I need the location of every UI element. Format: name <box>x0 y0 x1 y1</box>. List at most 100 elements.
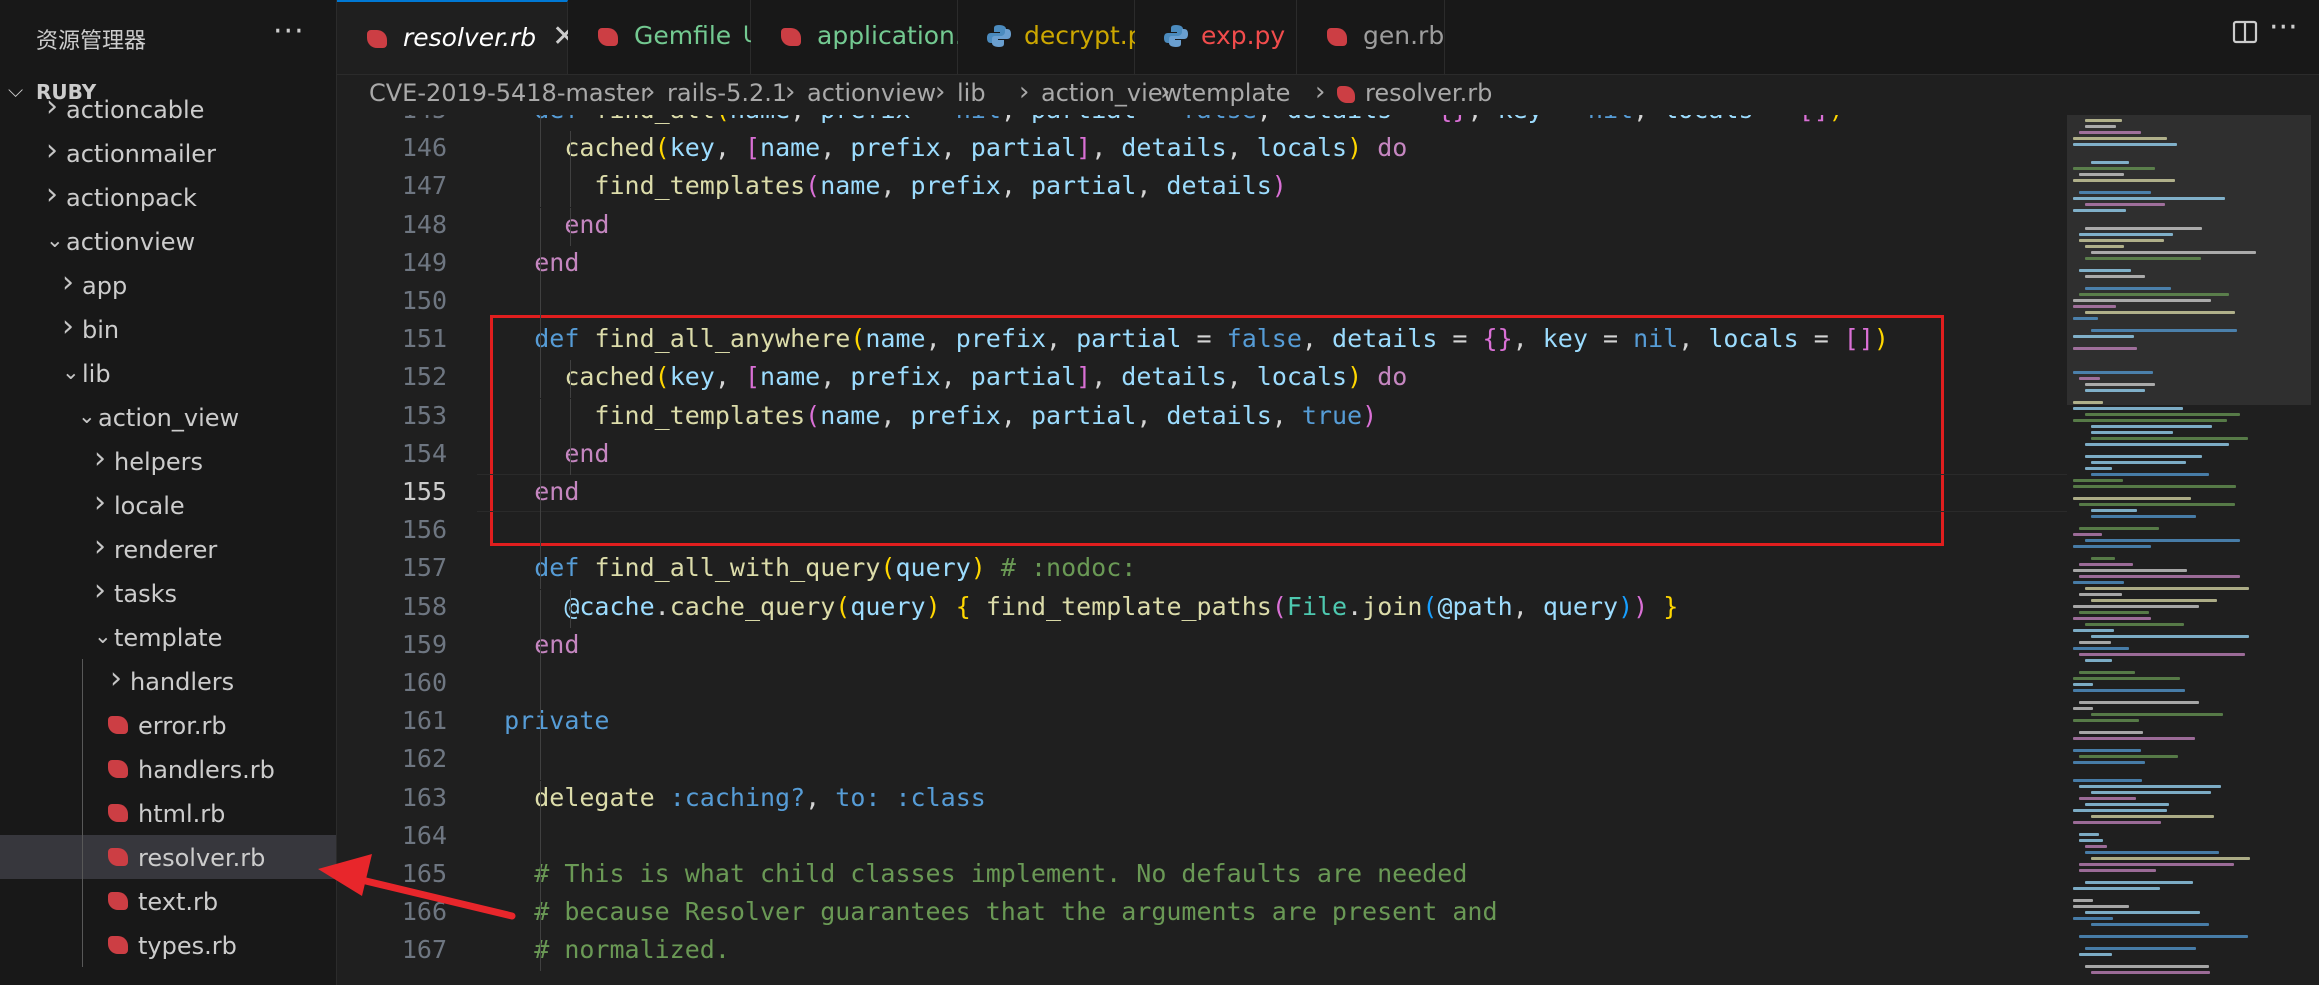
indent-guide <box>540 818 541 857</box>
folder-item[interactable]: › tasks <box>0 571 336 615</box>
code-token: partial <box>970 362 1077 392</box>
minimap-line <box>2073 683 2093 686</box>
file-item[interactable]: resolver.rb <box>0 835 336 879</box>
code-token: locals <box>1708 324 1799 354</box>
tab-label: Gemfile <box>634 21 732 50</box>
tree-item-label: actionpack <box>66 184 197 212</box>
code-token: details <box>1166 171 1272 201</box>
tab-exp-py[interactable]: exp.py3 <box>1135 0 1311 74</box>
minimap-line <box>2073 299 2211 302</box>
folder-item[interactable]: › actioncable <box>0 92 336 131</box>
code-token: partial <box>970 133 1077 163</box>
minimap-line <box>2091 473 2209 476</box>
tree-item-label: bin <box>82 316 120 344</box>
minimap-line <box>2085 257 2201 260</box>
minimap-line <box>2091 161 2129 164</box>
folder-item[interactable]: › actionpack <box>0 175 336 219</box>
tab-gemfile[interactable]: GemfileU <box>568 0 759 74</box>
code-token: = <box>1437 324 1483 354</box>
minimap-line <box>2091 971 2210 974</box>
folder-item[interactable]: ⌄ template <box>0 615 336 659</box>
line-number: 160 <box>401 667 447 697</box>
code-token: ] <box>1076 362 1092 392</box>
minimap[interactable] <box>2067 115 2319 985</box>
minimap-line <box>2091 635 2249 638</box>
folder-item[interactable]: › helpers <box>0 439 336 483</box>
code-token: = <box>1392 115 1437 124</box>
breadcrumb-item[interactable]: lib <box>957 79 986 107</box>
chevron-right-icon: › <box>62 309 74 344</box>
minimap-line <box>2079 131 2141 134</box>
minimap-line <box>2091 815 2214 818</box>
code-editor[interactable]: 145 def find_all(name, prefix = nil, par… <box>337 115 2067 985</box>
tab-decrypt-py[interactable]: decrypt.py1 <box>958 0 1184 74</box>
tab-gen-rb[interactable]: gen.rb <box>1297 0 1445 74</box>
ruby-file-icon <box>781 28 801 46</box>
indent-guide <box>570 436 571 475</box>
folder-item[interactable]: ⌄ actionview <box>0 219 336 263</box>
breadcrumb-item[interactable]: template <box>1182 79 1290 107</box>
editor-more-icon[interactable]: ··· <box>2269 10 2298 45</box>
code-token: ( <box>850 324 866 354</box>
breadcrumb-item[interactable]: resolver.rb <box>1365 79 1492 107</box>
breadcrumb-item[interactable]: rails-5.2.1 <box>667 79 787 107</box>
line-number: 163 <box>401 782 447 812</box>
minimap-line <box>2073 689 2185 692</box>
tree-item-label: helpers <box>114 448 204 476</box>
file-item[interactable]: error.rb <box>0 703 336 747</box>
minimap-line <box>2073 581 2124 584</box>
folder-item[interactable]: › locale <box>0 483 336 527</box>
code-token: , <box>1136 400 1167 430</box>
folder-item[interactable]: ⌄ lib <box>0 351 336 395</box>
chevron-right-icon: › <box>94 573 106 608</box>
minimap-line <box>2073 887 2160 890</box>
folder-item[interactable]: › handlers <box>0 659 336 703</box>
breadcrumb-item[interactable]: CVE-2019-5418-master <box>369 79 650 107</box>
folder-item[interactable]: › renderer <box>0 527 336 571</box>
minimap-line <box>2073 707 2093 710</box>
code-token: # because Resolver guarantees that the a… <box>534 897 1498 927</box>
minimap-line <box>2073 629 2114 632</box>
tab-application-rb[interactable]: application.rbU <box>751 0 1017 74</box>
code-token: key <box>1498 115 1543 124</box>
tree-item-label: tasks <box>114 580 178 608</box>
indent-guide <box>540 398 541 437</box>
folder-item[interactable]: › actionmailer <box>0 131 336 175</box>
code-token: query <box>1542 591 1619 621</box>
code-token: partial <box>1030 171 1137 201</box>
minimap-line <box>2073 167 2155 170</box>
code-token: nil <box>1633 324 1679 354</box>
folder-item[interactable]: › bin <box>0 307 336 351</box>
folder-item[interactable]: › app <box>0 263 336 307</box>
minimap-line <box>2079 233 2173 236</box>
tab-resolver-rb[interactable]: resolver.rb ✕ <box>337 0 577 74</box>
split-editor-icon[interactable] <box>2231 18 2259 53</box>
line-number: 153 <box>401 400 447 430</box>
chevron-right-icon: › <box>935 77 946 107</box>
line-number: 161 <box>401 706 447 736</box>
chevron-right-icon: › <box>46 133 58 168</box>
folder-item[interactable]: ⌄ action_view <box>0 395 336 439</box>
code-token: locals <box>1256 133 1348 163</box>
explorer-more-icon[interactable]: ··· <box>273 14 305 49</box>
file-item[interactable]: handlers.rb <box>0 747 336 791</box>
file-item[interactable]: html.rb <box>0 791 336 835</box>
tree-item-label: lib <box>82 360 111 388</box>
indent-guide <box>540 360 541 399</box>
file-item[interactable]: types.rb <box>0 923 336 967</box>
code-token: = <box>1754 115 1799 124</box>
code-line: def find_all_with_query(query) # :nodoc: <box>474 553 1136 582</box>
code-token: , <box>790 115 820 124</box>
breadcrumb-item[interactable]: actionview <box>807 79 936 107</box>
tree-item-label: resolver.rb <box>138 844 266 872</box>
minimap-line <box>2073 317 2098 320</box>
ruby-file-icon <box>108 804 128 822</box>
file-item[interactable]: text.rb <box>0 879 336 923</box>
code-token: = <box>1136 115 1181 124</box>
minimap-slider[interactable] <box>2067 115 2311 405</box>
minimap-line <box>2073 749 2141 752</box>
minimap-line <box>2073 305 2116 308</box>
